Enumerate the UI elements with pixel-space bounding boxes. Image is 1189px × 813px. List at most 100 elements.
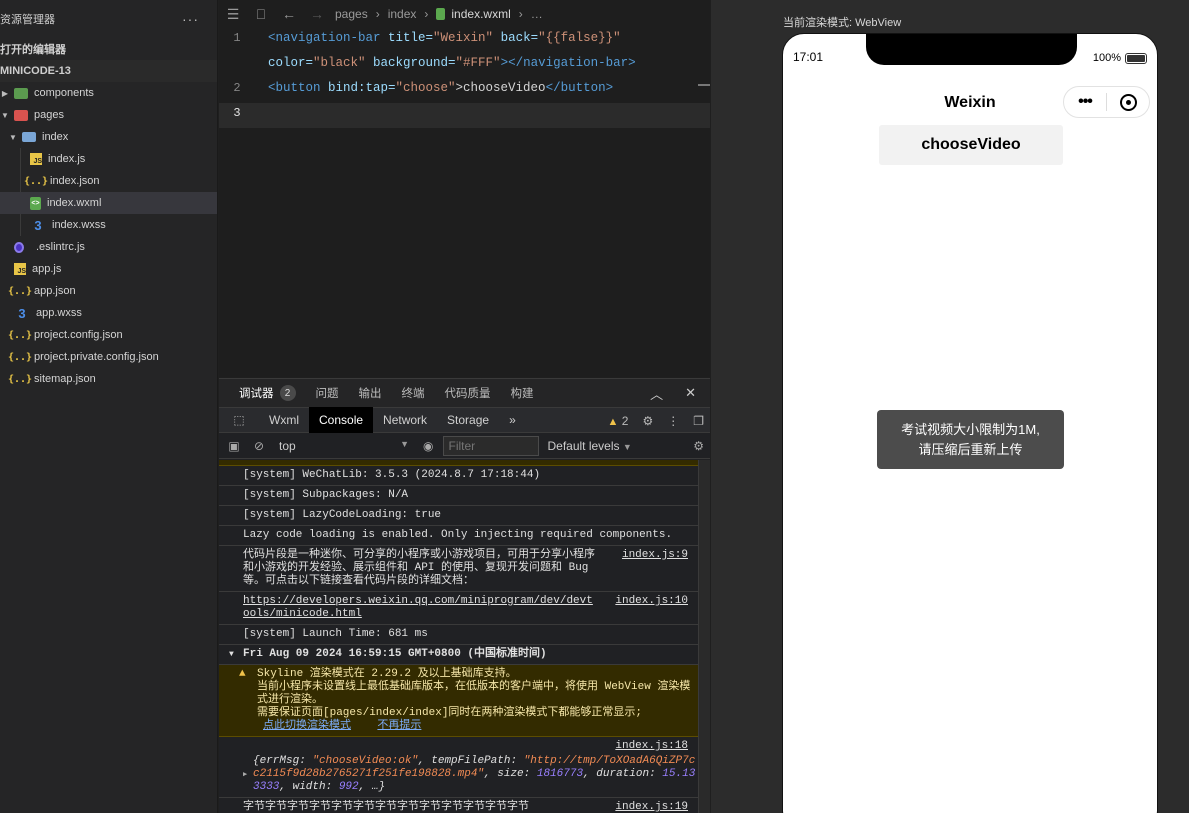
folder-icon	[14, 109, 28, 121]
code-editor[interactable]: ☰ ⎕ ← → pages › index › index.wxml › … 1…	[219, 0, 710, 377]
tab-terminal[interactable]: 终端	[392, 385, 435, 401]
source-link[interactable]: index.js:9	[622, 549, 688, 562]
tab-wxml[interactable]: Wxml	[259, 407, 309, 433]
breadcrumb-item[interactable]: pages	[335, 7, 368, 21]
source-link[interactable]: index.js:18	[615, 740, 688, 753]
status-time: 17:01	[793, 50, 824, 64]
context-select[interactable]: top ▼	[279, 439, 415, 453]
tab-network[interactable]: Network	[373, 407, 437, 433]
chevron-right-icon: ▶	[1, 88, 9, 98]
devtools-top-tabs: 调试器 2 问题 输出 终端 代码质量 构建 ︿ ✕	[219, 379, 710, 407]
undock-icon[interactable]: ❐	[693, 414, 704, 428]
levels-label: Default levels	[547, 438, 620, 453]
tab-code-quality[interactable]: 代码质量	[435, 385, 501, 401]
editor-toolbar: ☰ ⎕ ← → pages › index › index.wxml › …	[219, 0, 710, 28]
more-tabs-icon[interactable]: »	[499, 407, 526, 433]
tab-console[interactable]: Console	[309, 407, 374, 433]
more-icon[interactable]: ···	[182, 11, 217, 27]
wxml-file-icon: <>	[30, 196, 41, 210]
chevron-up-icon[interactable]: ︿	[650, 384, 663, 403]
tree-item-index-js[interactable]: JS index.js	[0, 148, 217, 170]
battery-icon	[1125, 52, 1147, 64]
tree-item-sitemap[interactable]: {..} sitemap.json	[0, 368, 217, 390]
eslint-icon-wrap	[14, 240, 30, 254]
explorer-title: 资源管理器	[0, 14, 55, 26]
list-icon[interactable]: ☰	[219, 6, 247, 23]
tree-item-index-folder[interactable]: ▼ index	[0, 126, 217, 148]
tree-item-project-config[interactable]: {..} project.config.json	[0, 324, 217, 346]
close-icon[interactable]: ✕	[685, 385, 696, 401]
devtools-panel: 调试器 2 问题 输出 终端 代码质量 构建 ︿ ✕ ⬚ Wxml Console…	[219, 378, 710, 813]
json-file-icon: {..}	[23, 175, 49, 187]
tree-item-label: project.config.json	[34, 329, 123, 341]
tree-item-app-wxss[interactable]: 3 app.wxss	[0, 302, 217, 324]
console-filter-bar: ▣ ⊘ top ▼ ◉ Default levels ▼ ⚙	[219, 433, 710, 459]
clear-console-icon[interactable]: ⊘	[249, 439, 269, 453]
project-section[interactable]: MINICODE-13	[0, 60, 217, 82]
bookmark-icon[interactable]: ⎕	[247, 6, 275, 23]
chevron-right-icon: ›	[375, 7, 380, 21]
dropdown-triangle-icon: ▼	[400, 438, 409, 449]
close-miniprogram-button[interactable]	[1107, 93, 1149, 111]
source-link[interactable]: index.js:19	[615, 801, 688, 813]
tree-item-components[interactable]: ▶ components	[0, 82, 217, 104]
console-scrollbar[interactable]	[698, 460, 710, 813]
tree-item-index-wxss[interactable]: 3 index.wxss	[0, 214, 217, 236]
warning-count[interactable]: ▲ 2	[608, 414, 629, 428]
tab-output[interactable]: 输出	[349, 385, 392, 401]
console-message: [system] Subpackages: N/A	[219, 486, 698, 506]
eye-icon[interactable]: ◉	[423, 439, 433, 453]
breadcrumb-item[interactable]: index	[388, 7, 417, 21]
tab-debugger[interactable]: 调试器 2	[219, 385, 306, 401]
code-line-wrapped: color="black" background="#FFF"></naviga…	[219, 53, 710, 78]
tree-item-pages[interactable]: ▼ pages	[0, 104, 217, 126]
more-dots-icon[interactable]: •••	[1064, 93, 1106, 111]
choose-video-button[interactable]: chooseVideo	[879, 125, 1063, 165]
code-text: <button bind:tap="choose">chooseVideo</b…	[268, 81, 614, 95]
tree-item-app-js[interactable]: JS app.js	[0, 258, 217, 280]
warning-count-label: 2	[621, 414, 629, 428]
gear-icon[interactable]: ⚙	[642, 414, 653, 428]
tree-item-eslintrc[interactable]: .eslintrc.js	[0, 236, 217, 258]
tab-issues[interactable]: 问题	[306, 385, 349, 401]
tree-item-label: components	[34, 87, 94, 99]
filter-input[interactable]	[443, 435, 540, 456]
console-message: https://developers.weixin.qq.com/minipro…	[219, 592, 698, 625]
inspect-element-icon[interactable]: ⬚	[219, 407, 259, 433]
tab-build[interactable]: 构建	[501, 385, 544, 401]
status-battery: 100%	[1093, 52, 1147, 64]
tree-item-index-wxml[interactable]: <> index.wxml	[0, 192, 217, 214]
forward-arrow-icon[interactable]: →	[303, 6, 331, 22]
back-arrow-icon[interactable]: ←	[275, 6, 303, 22]
breadcrumb-item[interactable]: …	[531, 7, 543, 21]
tree-item-label: app.json	[34, 285, 76, 297]
code-area[interactable]: 1 <navigation-bar title="Weixin" back="{…	[219, 28, 710, 128]
tab-label: 调试器	[239, 388, 274, 400]
switch-render-mode-link[interactable]: 点此切换渲染模式	[263, 720, 351, 732]
console-object[interactable]: index.js:18 ▶ {errMsg: "chooseVideo:ok",…	[219, 737, 698, 798]
open-editors-section[interactable]: 打开的编辑器	[0, 38, 217, 60]
tab-storage[interactable]: Storage	[437, 407, 499, 433]
tree-item-project-private-config[interactable]: {..} project.private.config.json	[0, 346, 217, 368]
warning-line: 当前小程序未设置线上最低基础库版本，在低版本的客户端中，将使用 WebView …	[257, 681, 691, 706]
wxss-file-icon: 3	[34, 217, 42, 233]
tree-item-label: index	[42, 131, 69, 143]
source-link[interactable]: index.js:10	[615, 595, 688, 608]
dont-show-again-link[interactable]: 不再提示	[377, 720, 421, 732]
tree-item-index-json[interactable]: {..} index.json	[0, 170, 217, 192]
explorer-sidebar: 资源管理器 ··· 打开的编辑器 MINICODE-13 ▶ component…	[0, 0, 218, 813]
breadcrumb-item[interactable]: index.wxml	[451, 7, 510, 21]
console-message: 代码片段是一种迷你、可分享的小程序或小游戏项目，可用于分享小程序和小游戏的开发经…	[219, 546, 698, 592]
folder-icon	[14, 87, 28, 99]
sidebar-toggle-icon[interactable]: ▣	[219, 439, 249, 453]
levels-select[interactable]: Default levels ▼	[547, 439, 631, 453]
kebab-menu-icon[interactable]: ⋮	[667, 414, 679, 428]
docs-link[interactable]: https://developers.weixin.qq.com/minipro…	[243, 595, 593, 620]
js-file-icon: JS	[30, 153, 42, 165]
wxss-file-icon: 3	[18, 305, 26, 321]
code-text: <navigation-bar title="Weixin" back="{{f…	[268, 31, 621, 45]
code-line: 1 <navigation-bar title="Weixin" back="{…	[219, 28, 710, 53]
gear-icon[interactable]: ⚙	[693, 439, 704, 453]
console-group-header[interactable]: ▼ Fri Aug 09 2024 16:59:15 GMT+0800 (中国标准…	[219, 645, 698, 665]
tree-item-app-json[interactable]: {..} app.json	[0, 280, 217, 302]
